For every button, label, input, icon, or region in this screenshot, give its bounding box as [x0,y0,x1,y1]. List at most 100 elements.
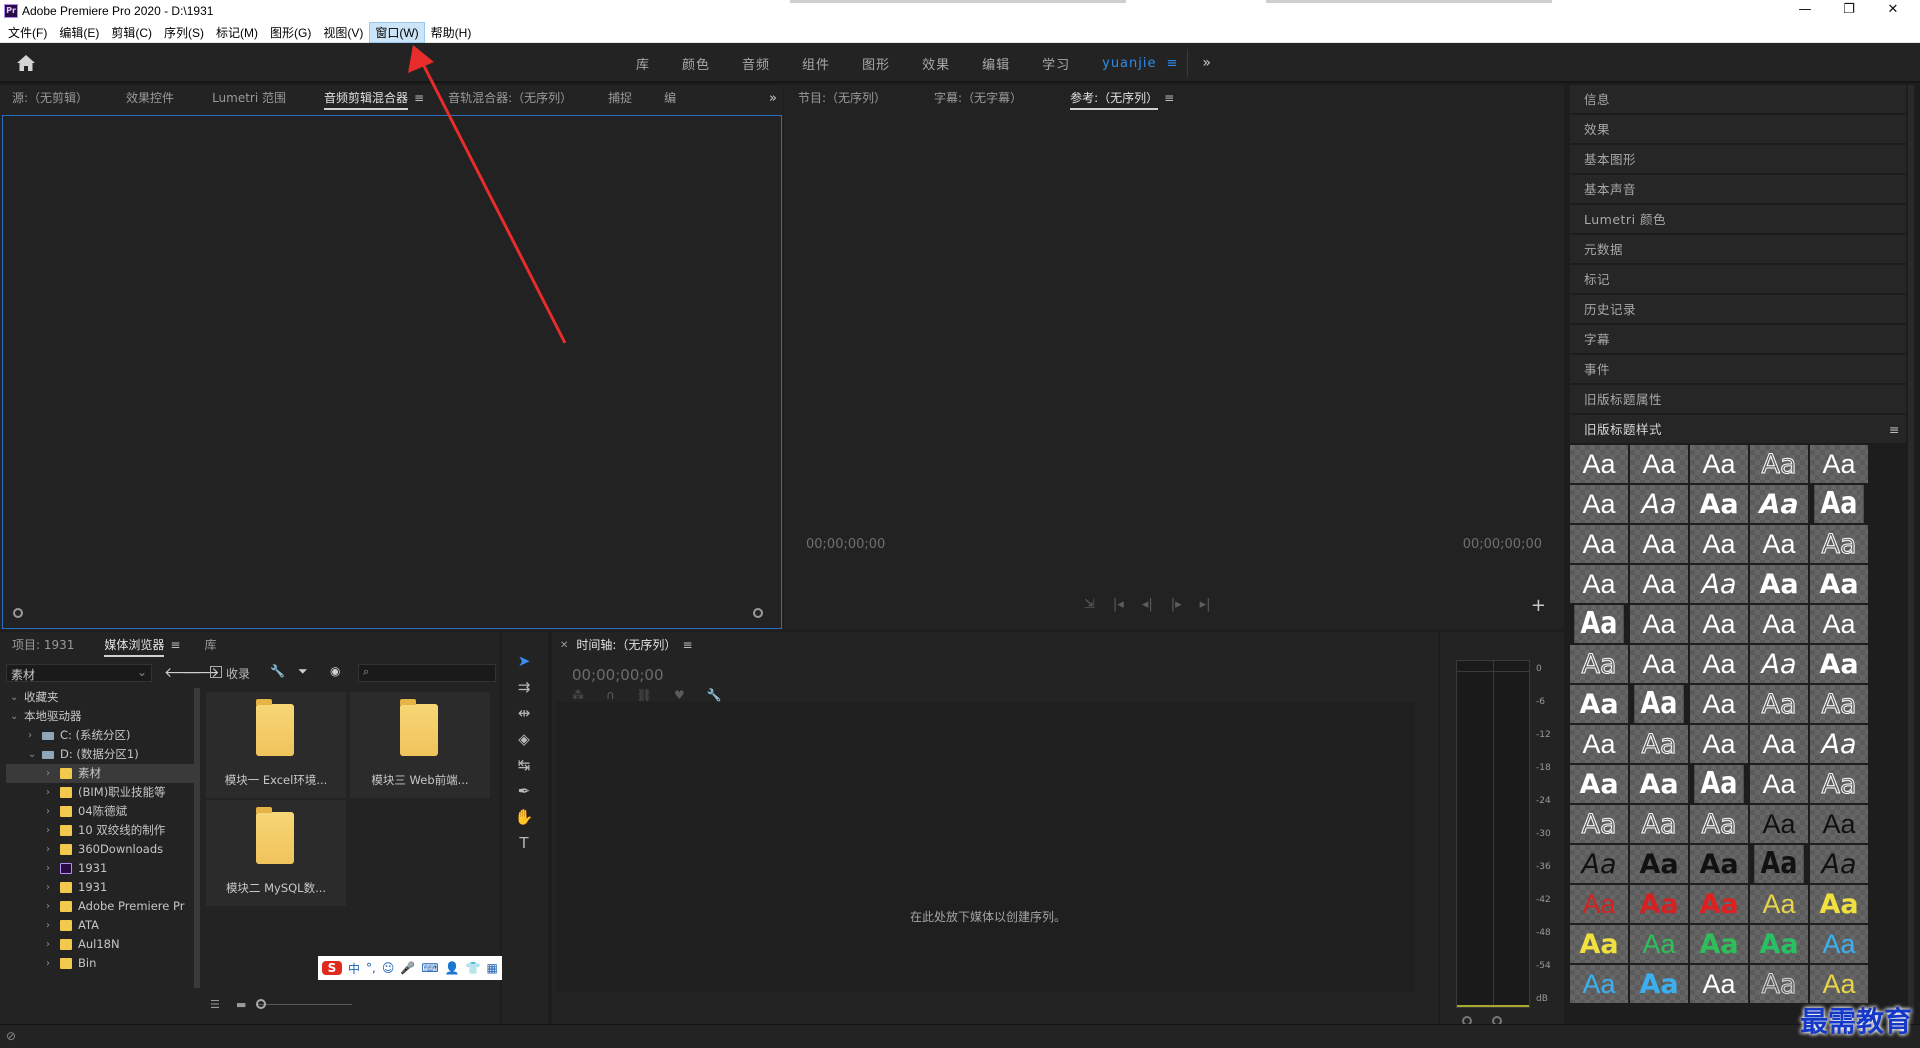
selection-tool-icon[interactable]: ➤ [512,652,536,674]
chevron-right-icon[interactable]: › [46,954,50,973]
title-style-swatch[interactable]: Aa [1574,605,1624,643]
title-style-swatch[interactable]: Aa [1570,645,1628,683]
overflow-icon[interactable]: » [769,91,777,106]
workspace-tab-libraries[interactable]: 库 [636,54,650,73]
timeline-drop-area[interactable]: 在此处放下媒体以创建序列。 [556,702,1414,992]
menu-view[interactable]: 视图(V) [317,22,369,43]
chevron-right-icon[interactable]: › [46,802,50,821]
folder-tile[interactable]: 模块三 Web前端... [350,692,490,798]
title-style-swatch[interactable]: Aa [1570,885,1628,923]
wrench-icon[interactable]: 🔧 [270,664,285,678]
title-style-swatch[interactable]: Aa [1630,845,1688,883]
title-style-swatch[interactable]: Aa [1690,565,1748,603]
ime-voice[interactable]: 🎤 [400,961,415,975]
chevron-right-icon[interactable]: › [46,916,50,935]
title-style-swatch[interactable]: Aa [1570,525,1628,563]
title-style-swatch[interactable]: Aa [1690,805,1748,843]
title-style-swatch[interactable]: Aa [1630,965,1688,1003]
add-marker-icon[interactable]: ♥ [674,688,685,702]
title-style-swatch[interactable]: Aa [1814,485,1864,523]
ime-account[interactable]: 👤 [445,961,460,975]
track-select-icon[interactable]: ⇉ [512,678,536,700]
title-style-swatch[interactable]: Aa [1690,925,1748,963]
tree-scrollbar[interactable] [194,688,200,988]
title-style-swatch[interactable]: Aa [1690,725,1748,763]
maximize-button[interactable]: ❐ [1826,0,1872,22]
tree-row[interactable]: › C: (系统分区) [6,726,196,745]
ingest-checkbox[interactable] [210,666,222,678]
step-back-icon[interactable]: |◂ [1113,597,1124,612]
folder-tile[interactable]: 模块二 MySQL数... [206,800,346,906]
title-style-swatch[interactable]: Aa [1570,925,1628,963]
title-style-swatch[interactable]: Aa [1690,645,1748,683]
tree-row[interactable]: › 360Downloads [6,840,196,859]
tree-row[interactable]: ⌄ 本地驱动器 [6,707,196,726]
title-style-swatch[interactable]: Aa [1810,645,1868,683]
ime-emoji[interactable]: ☺ [382,961,395,975]
menu-edit[interactable]: 编辑(E) [53,22,105,43]
chevron-right-icon[interactable]: › [46,859,50,878]
panel-scrollbar[interactable] [1908,85,1914,1025]
title-style-swatch[interactable]: Aa [1570,445,1628,483]
chevron-down-icon[interactable]: ⌄ [28,745,36,764]
tree-row[interactable]: › 10 双绞线的制作 [6,821,196,840]
title-style-swatch[interactable]: Aa [1690,845,1748,883]
tab-timeline[interactable]: 时间轴:（无序列） ≡ [568,632,704,658]
title-style-swatch[interactable]: Aa [1690,605,1748,643]
title-style-swatch[interactable]: Aa [1630,645,1688,683]
title-style-swatch[interactable]: Aa [1630,885,1688,923]
title-style-swatch[interactable]: Aa [1570,805,1628,843]
ime-punctuation[interactable]: °, [366,961,376,975]
tab-edit-to-tape[interactable]: 编 [652,85,688,111]
title-style-swatch[interactable]: Aa [1634,685,1684,723]
tree-row[interactable]: › Bin [6,954,196,973]
title-style-swatch[interactable]: Aa [1810,805,1868,843]
tab-captions[interactable]: 字幕:（无字幕） [922,85,1034,111]
step-forward-icon[interactable]: ▸| [1200,597,1211,612]
slip-icon[interactable]: ↹ [512,756,536,778]
workspace-tab-editing[interactable]: 编辑 [982,54,1010,73]
chevron-right-icon[interactable]: › [46,764,50,783]
tab-audio-track-mixer[interactable]: 音轨混合器:（无序列） [436,85,584,111]
title-style-swatch[interactable]: Aa [1750,885,1808,923]
title-style-swatch[interactable]: Aa [1690,685,1748,723]
type-icon[interactable]: T [512,834,536,856]
title-style-swatch[interactable]: Aa [1570,725,1628,763]
tab-effect-controls[interactable]: 效果控件 [114,85,186,111]
tree-row[interactable]: › Aul18N [6,935,196,954]
menu-sequence[interactable]: 序列(S) [158,22,210,43]
zoom-slider[interactable] [256,1004,352,1005]
title-style-swatch[interactable]: Aa [1750,525,1808,563]
workspace-tab-audio[interactable]: 音频 [742,54,770,73]
title-style-swatch[interactable]: Aa [1630,925,1688,963]
title-style-swatch[interactable]: Aa [1810,925,1868,963]
hamburger-icon[interactable]: ≡ [1164,91,1174,105]
title-style-swatch[interactable]: Aa [1630,605,1688,643]
title-style-swatch[interactable]: Aa [1690,445,1748,483]
tree-row[interactable]: › Adobe Premiere Pr [6,897,196,916]
title-style-swatch[interactable]: Aa [1630,805,1688,843]
ripple-edit-icon[interactable]: ⇹ [512,704,536,726]
panel-metadata[interactable]: 元数据 [1570,235,1906,264]
tab-program[interactable]: 节目:（无序列） [784,85,898,111]
workspace-tab-graphics[interactable]: 图形 [862,54,890,73]
hamburger-icon[interactable]: ≡ [1167,56,1178,71]
title-style-swatch[interactable]: Aa [1750,965,1808,1003]
panel-info[interactable]: 信息 [1570,85,1906,114]
tree-row[interactable]: › 04陈德斌 [6,802,196,821]
overflow-icon[interactable]: » [1202,55,1211,71]
title-style-swatch[interactable]: Aa [1754,845,1804,883]
title-style-swatch[interactable]: Aa [1570,485,1628,523]
tab-source[interactable]: 源:（无剪辑） [0,85,100,111]
ime-keyboard[interactable]: ⌨ [421,961,438,975]
nest-icon[interactable]: ⁂ [572,688,584,702]
zoom-slider-handle[interactable] [256,999,266,1009]
title-style-swatch[interactable]: Aa [1810,845,1868,883]
ime-toolbox[interactable]: ▦ [487,961,498,975]
title-style-swatch[interactable]: Aa [1750,605,1808,643]
eye-icon[interactable]: ◉ [330,664,340,678]
tree-row[interactable]: ⌄ D: (数据分区1) [6,745,196,764]
marker-icon[interactable]: ⇲ [1084,597,1095,612]
icon-view-icon[interactable]: ▬ [236,998,246,1011]
title-style-swatch[interactable]: Aa [1810,965,1868,1003]
